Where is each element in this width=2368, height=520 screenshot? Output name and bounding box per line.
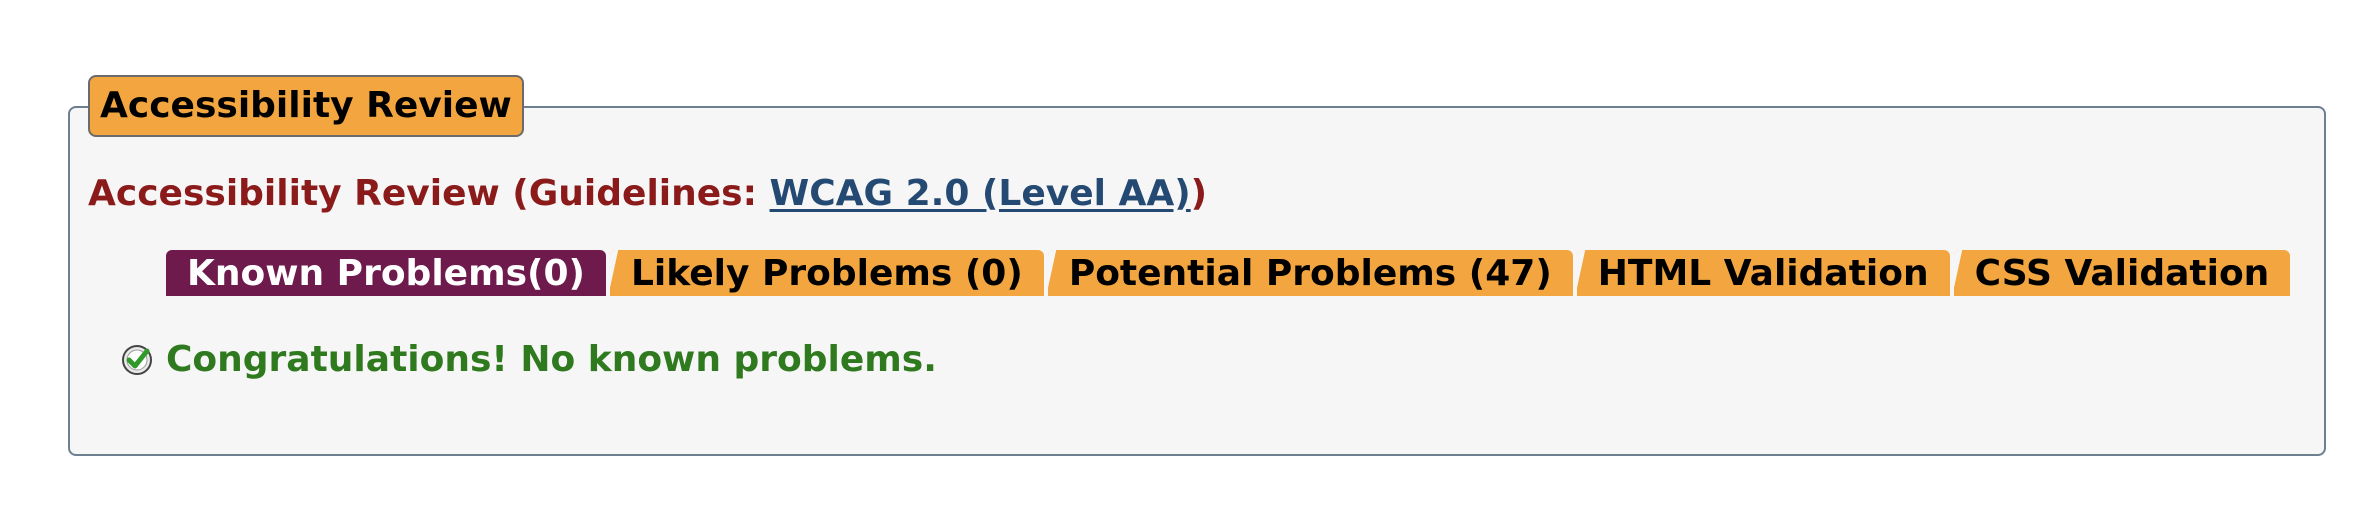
review-tabs: Known Problems(0) Likely Problems (0) Po… [166,250,2294,296]
wcag-guidelines-link[interactable]: WCAG 2.0 (Level AA) [770,173,1191,214]
tab-html-validation[interactable]: HTML Validation [1576,250,1950,296]
tab-potential-problems[interactable]: Potential Problems (47) [1047,250,1573,296]
check-icon [120,343,154,377]
result-text: Congratulations! No known problems. [166,339,937,380]
tab-css-validation[interactable]: CSS Validation [1953,250,2291,296]
guidelines-prefix: Accessibility Review (Guidelines: [88,173,770,214]
tab-known-problems[interactable]: Known Problems(0) [166,250,606,296]
guidelines-heading: Accessibility Review (Guidelines: WCAG 2… [88,172,1207,216]
panel-legend: Accessibility Review [88,75,524,137]
guidelines-suffix: ) [1190,173,1208,214]
tab-likely-problems[interactable]: Likely Problems (0) [609,250,1044,296]
result-message: Congratulations! No known problems. [120,338,937,382]
